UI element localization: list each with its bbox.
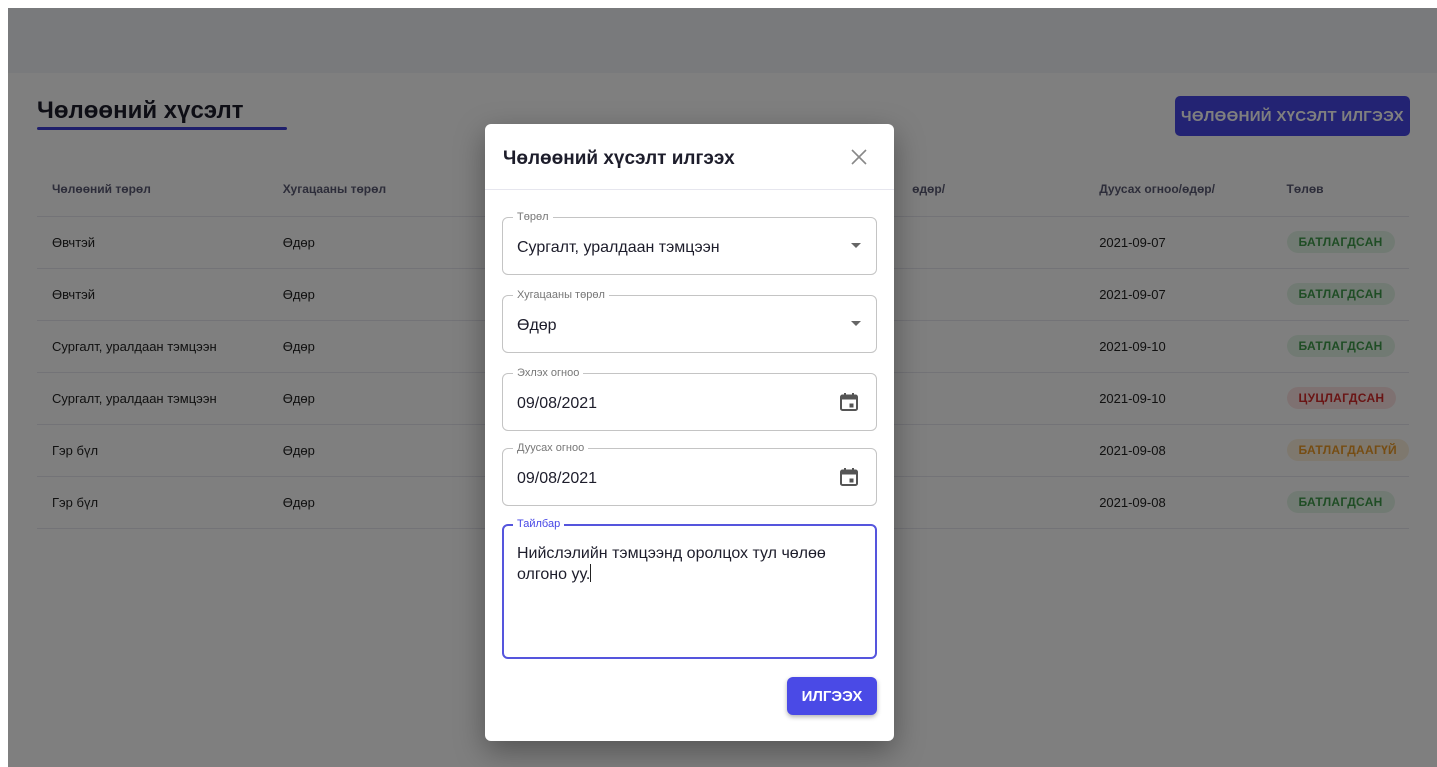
type-label: Төрөл — [513, 210, 553, 224]
description-label: Тайлбар — [513, 517, 565, 531]
description-text: Нийслэлийн тэмцээнд оролцох тул чөлөө ол… — [517, 545, 826, 583]
start-date-value: 09/08/2021 — [517, 395, 598, 412]
end-date-label: Дуусах огноо — [513, 441, 589, 455]
end-date-field[interactable]: Дуусах огноо 09/08/2021 — [502, 441, 877, 506]
close-icon — [851, 149, 867, 165]
calendar-icon[interactable] — [839, 467, 859, 492]
period-select[interactable]: Хугацааны төрөл Өдөр — [502, 288, 877, 353]
start-date-field[interactable]: Эхлэх огноо 09/08/2021 — [502, 366, 877, 431]
close-button[interactable] — [846, 144, 872, 170]
text-cursor — [590, 564, 592, 582]
modal-title: Чөлөөний хүсэлт илгээх — [503, 148, 735, 169]
calendar-icon[interactable] — [839, 392, 859, 417]
start-date-label: Эхлэх огноо — [513, 366, 584, 380]
dropdown-caret-icon — [851, 321, 861, 326]
dropdown-caret-icon — [851, 243, 861, 248]
request-modal: Чөлөөний хүсэлт илгээх Төрөл Сургалт, ур… — [485, 124, 894, 741]
type-value: Сургалт, уралдаан тэмцээн — [517, 239, 720, 256]
submit-button[interactable]: ИЛГЭЭХ — [787, 677, 877, 715]
description-value: Нийслэлийн тэмцээнд оролцох тул чөлөө ол… — [517, 543, 862, 585]
description-textarea[interactable]: Тайлбар Нийслэлийн тэмцээнд оролцох тул … — [502, 517, 877, 659]
type-select[interactable]: Төрөл Сургалт, уралдаан тэмцээн — [502, 210, 877, 275]
period-value: Өдөр — [517, 317, 557, 334]
end-date-value: 09/08/2021 — [517, 470, 598, 487]
modal-header: Чөлөөний хүсэлт илгээх — [485, 124, 894, 190]
period-label: Хугацааны төрөл — [513, 288, 609, 302]
